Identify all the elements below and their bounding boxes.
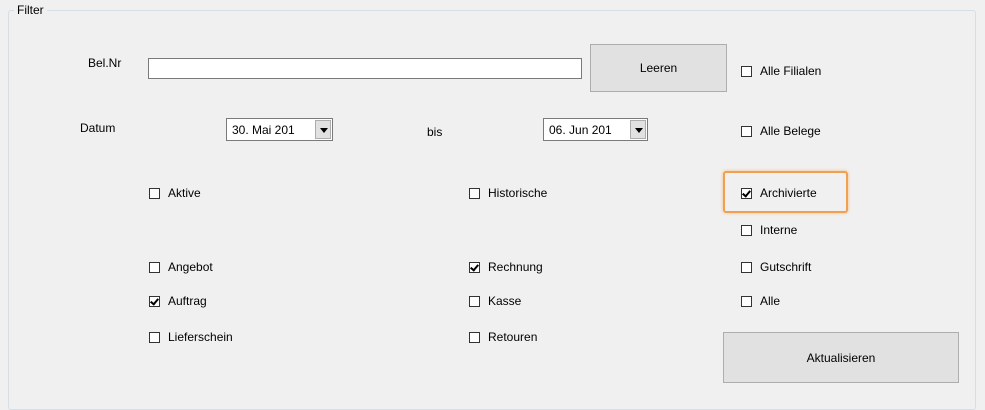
date-from-value: 30. Mai 201 [232, 123, 295, 137]
retouren-label: Retouren [488, 330, 538, 344]
kasse-checkbox[interactable]: Kasse [469, 293, 521, 309]
alle-label: Alle [760, 294, 781, 308]
angebot-label: Angebot [168, 260, 213, 274]
aktive-checkbox[interactable]: Aktive [149, 185, 201, 201]
angebot-checkbox[interactable]: Angebot [149, 259, 213, 275]
alle-box[interactable] [741, 295, 752, 307]
alle-filialen-label: Alle Filialen [760, 64, 822, 78]
lieferschein-label: Lieferschein [168, 330, 233, 344]
aktive-label: Aktive [168, 186, 201, 200]
interne-label: Interne [760, 223, 798, 237]
rechnung-box[interactable] [469, 261, 480, 273]
gutschrift-box[interactable] [741, 261, 752, 273]
datum-label: Datum [80, 121, 116, 135]
gutschrift-checkbox[interactable]: Gutschrift [741, 259, 811, 275]
alle-filialen-checkbox[interactable]: Alle Filialen [741, 63, 821, 79]
date-to-picker[interactable]: 06. Jun 201 [543, 118, 648, 141]
leeren-button[interactable]: Leeren [590, 44, 727, 92]
leeren-button-label: Leeren [639, 61, 678, 75]
aktive-box[interactable] [149, 187, 160, 199]
historische-box[interactable] [469, 187, 480, 199]
alle-filialen-box[interactable] [741, 65, 752, 77]
filter-group-title: Filter [14, 3, 47, 17]
angebot-box[interactable] [149, 261, 160, 273]
date-from-picker[interactable]: 30. Mai 201 [226, 118, 333, 141]
historische-label: Historische [488, 186, 548, 200]
auftrag-checkbox[interactable]: Auftrag [149, 293, 207, 309]
interne-checkbox[interactable]: Interne [741, 222, 797, 238]
rechnung-checkbox[interactable]: Rechnung [469, 259, 543, 275]
archivierte-box[interactable] [741, 187, 752, 199]
alle-belege-box[interactable] [741, 125, 752, 137]
aktualisieren-button-label: Aktualisieren [806, 350, 876, 365]
rechnung-label: Rechnung [488, 260, 543, 274]
chevron-down-icon[interactable] [315, 120, 331, 139]
archivierte-label: Archivierte [760, 186, 817, 200]
chevron-down-icon[interactable] [630, 120, 646, 139]
interne-box[interactable] [741, 224, 752, 236]
bis-label: bis [427, 125, 443, 139]
alle-belege-label: Alle Belege [760, 124, 821, 138]
kasse-label: Kasse [488, 294, 522, 308]
alle-checkbox[interactable]: Alle [741, 293, 780, 309]
retouren-box[interactable] [469, 331, 480, 343]
archivierte-checkbox[interactable]: Archivierte [741, 185, 817, 201]
belnr-input[interactable] [148, 58, 582, 79]
retouren-checkbox[interactable]: Retouren [469, 329, 537, 345]
date-to-value: 06. Jun 201 [549, 123, 612, 137]
lieferschein-checkbox[interactable]: Lieferschein [149, 329, 233, 345]
historische-checkbox[interactable]: Historische [469, 185, 547, 201]
auftrag-box[interactable] [149, 295, 160, 307]
alle-belege-checkbox[interactable]: Alle Belege [741, 123, 821, 139]
gutschrift-label: Gutschrift [760, 260, 812, 274]
lieferschein-box[interactable] [149, 331, 160, 343]
aktualisieren-button[interactable]: Aktualisieren [723, 332, 959, 383]
auftrag-label: Auftrag [168, 294, 207, 308]
belnr-label: Bel.Nr [88, 56, 122, 70]
kasse-box[interactable] [469, 295, 480, 307]
